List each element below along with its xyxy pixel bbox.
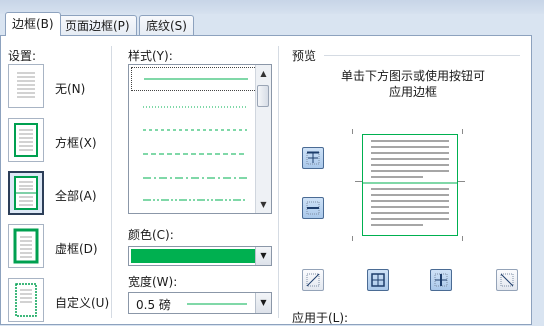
setting-custom-label: 自定义(U) — [55, 296, 110, 310]
diagonal-down-button[interactable] — [302, 269, 324, 291]
line-dashed-preview — [143, 129, 247, 131]
preview-group-line — [324, 55, 520, 56]
border-custom-icon — [15, 283, 37, 317]
width-value: 0.5 磅 — [136, 298, 171, 312]
style-item-solid[interactable] — [131, 67, 257, 91]
width-line-preview — [187, 303, 247, 305]
preview-title: 预览 — [292, 49, 317, 63]
setting-all-button[interactable] — [8, 171, 44, 215]
style-item-dash-dot[interactable] — [131, 167, 257, 191]
border-top-icon — [306, 151, 320, 165]
setting-box-button[interactable] — [8, 118, 44, 162]
border-diagonal-up-icon — [500, 273, 514, 287]
setting-all-label: 全部(A) — [55, 189, 97, 203]
border-inside-icon — [434, 273, 448, 287]
line-dashed-wide-preview — [143, 153, 247, 155]
tab-shading[interactable]: 底纹(S) — [139, 15, 194, 35]
tab-page-border[interactable]: 页面边框(P) — [58, 15, 137, 35]
style-item-dashed-wide[interactable] — [131, 143, 257, 167]
preview-text-lines — [363, 140, 457, 226]
color-dropdown[interactable]: ▼ — [128, 246, 272, 266]
width-dropdown[interactable]: 0.5 磅 ▼ — [128, 292, 272, 314]
style-item-dashed[interactable] — [131, 119, 257, 143]
scroll-down-arrow-icon[interactable]: ▼ — [256, 197, 271, 212]
tab-shading-label: 底纹(S) — [146, 19, 187, 33]
middle-tick — [355, 181, 362, 182]
border-all-icon — [14, 176, 38, 210]
settings-divider — [111, 46, 112, 318]
tab-borders-label: 边框(B) — [12, 17, 54, 31]
style-list-scrollbar[interactable]: ▲ ▼ — [255, 65, 271, 213]
line-dotted-preview — [143, 106, 247, 108]
width-title: 宽度(W): — [128, 275, 178, 289]
width-dropdown-arrow-icon[interactable]: ▼ — [255, 293, 271, 313]
scroll-thumb[interactable] — [257, 85, 269, 107]
tab-bar: 边框(B) 页面边框(P) 底纹(S) — [0, 12, 544, 36]
top-border-button[interactable] — [302, 147, 324, 169]
corner-tick — [462, 129, 463, 134]
middle-tick — [458, 181, 465, 182]
color-title: 颜色(C): — [128, 228, 174, 242]
color-swatch — [131, 249, 255, 263]
border-inside-vertical-icon — [371, 273, 385, 287]
style-item-dotted[interactable] — [131, 96, 257, 120]
corner-tick — [352, 236, 353, 241]
border-grid-icon — [13, 228, 39, 264]
line-solid-preview — [144, 78, 248, 80]
color-dropdown-arrow-icon[interactable]: ▼ — [255, 247, 271, 265]
corner-tick — [352, 129, 353, 134]
preview-page[interactable] — [362, 134, 458, 236]
line-dash-dot-preview — [143, 177, 247, 179]
corner-tick — [462, 236, 463, 241]
right-border-button[interactable] — [430, 269, 452, 291]
style-divider — [278, 46, 279, 318]
inside-horizontal-button[interactable] — [302, 197, 324, 219]
line-dash-dot-dot-preview — [143, 199, 247, 201]
border-none-icon — [17, 72, 35, 98]
scroll-up-arrow-icon[interactable]: ▲ — [256, 66, 271, 81]
tab-page-border-label: 页面边框(P) — [65, 19, 130, 33]
tab-borders[interactable]: 边框(B) — [5, 12, 61, 36]
preview-hint: 单击下方图示或使用按钮可应用边框 — [340, 69, 485, 99]
style-title: 样式(Y): — [128, 49, 173, 63]
settings-title: 设置: — [8, 49, 37, 63]
left-border-button[interactable] — [367, 269, 389, 291]
style-list[interactable]: ▲ ▼ — [128, 64, 272, 214]
setting-none-label: 无(N) — [55, 82, 86, 96]
border-diagonal-down-icon — [306, 273, 320, 287]
setting-grid-label: 虚框(D) — [55, 242, 98, 256]
setting-custom-button[interactable] — [8, 278, 44, 322]
setting-box-label: 方框(X) — [55, 136, 97, 150]
setting-grid-button[interactable] — [8, 224, 44, 268]
style-item-dash-dot-dot[interactable] — [131, 189, 257, 213]
border-inside-horizontal-icon — [306, 201, 320, 215]
border-box-icon — [14, 123, 38, 157]
setting-none-button[interactable] — [8, 64, 44, 108]
diagonal-up-button[interactable] — [496, 269, 518, 291]
